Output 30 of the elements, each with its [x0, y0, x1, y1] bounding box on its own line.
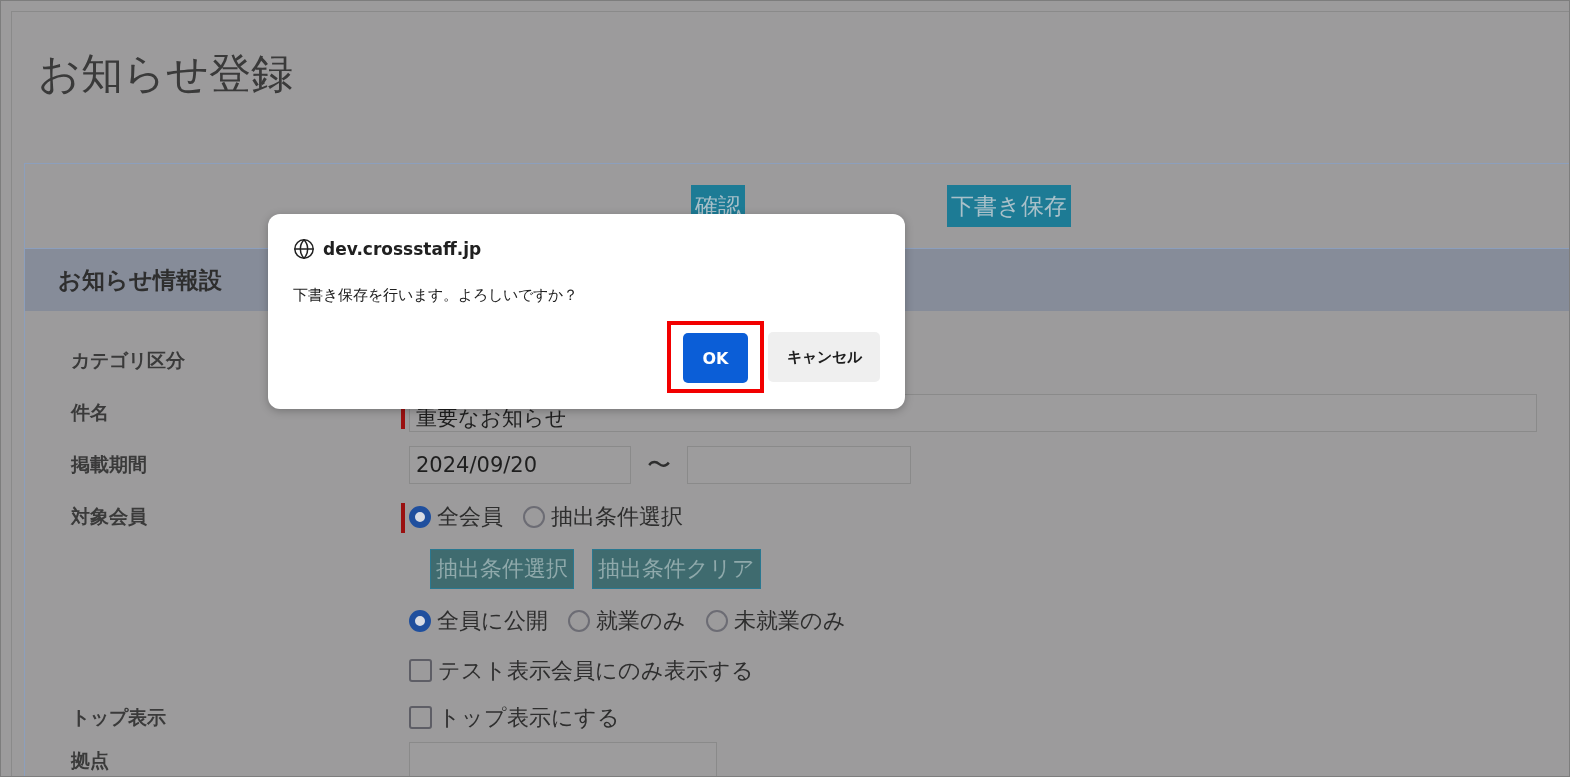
globe-icon	[293, 238, 315, 260]
checkbox-label: テスト表示会員にのみ表示する	[438, 656, 754, 685]
radio-label: 就業のみ	[596, 607, 686, 635]
checkbox[interactable]	[409, 659, 432, 682]
range-separator: 〜	[647, 450, 671, 481]
radio-label: 抽出条件選択	[551, 503, 683, 531]
section-title: お知らせ情報設	[58, 265, 222, 295]
cancel-button[interactable]: キャンセル	[768, 332, 880, 382]
checkbox[interactable]	[409, 706, 432, 729]
field-label: 掲載期間	[69, 452, 148, 477]
page-title: お知らせ登録	[37, 48, 294, 100]
radio-label: 全員に公開	[437, 607, 548, 635]
radio-button[interactable]	[523, 506, 545, 528]
field-label: トップ表示	[70, 704, 167, 730]
radio-button[interactable]	[706, 610, 728, 632]
dialog-message: 下書き保存を行います。よろしいですか？	[293, 286, 579, 305]
ok-button[interactable]: OK	[683, 333, 748, 383]
field-label: 件名	[69, 400, 110, 425]
input-field[interactable]	[409, 742, 717, 776]
radio-button[interactable]	[568, 610, 590, 632]
field-label: 拠点	[69, 748, 110, 773]
radio-button[interactable]	[409, 610, 431, 632]
radio-label: 未就業のみ	[734, 607, 846, 635]
field-label: 対象会員	[69, 504, 148, 529]
checkbox-label: トップ表示にする	[438, 703, 620, 732]
date-field[interactable]: 2024/09/20	[409, 446, 631, 484]
radio-label: 全会員	[437, 503, 503, 531]
dialog-origin: dev.crossstaff.jp	[323, 239, 482, 259]
field-label: カテゴリ区分	[70, 348, 186, 373]
radio-button[interactable]	[409, 506, 431, 528]
